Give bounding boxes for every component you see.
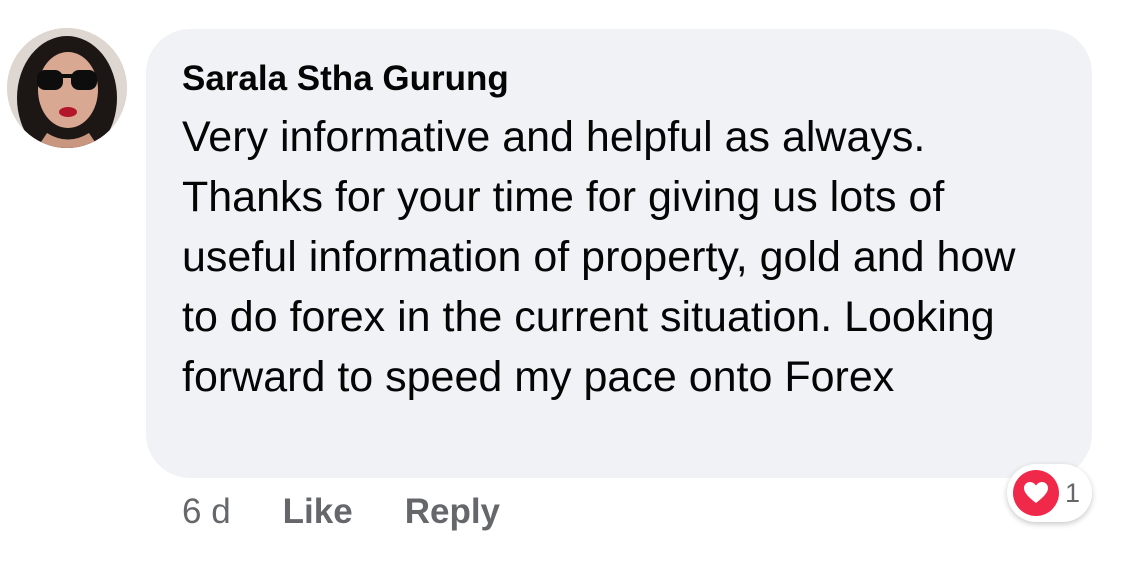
comment-author[interactable]: Sarala Stha Gurung bbox=[182, 59, 1058, 99]
heart-icon bbox=[1013, 470, 1059, 516]
like-button[interactable]: Like bbox=[283, 492, 353, 532]
comment-bubble: Sarala Stha Gurung Very informative and … bbox=[146, 29, 1092, 478]
reply-button[interactable]: Reply bbox=[405, 492, 500, 532]
comment-actions: 6 d Like Reply bbox=[182, 490, 552, 534]
reaction-summary[interactable]: 1 bbox=[1007, 464, 1093, 522]
comment-container: Sarala Stha Gurung Very informative and … bbox=[0, 0, 1145, 562]
comment-timestamp[interactable]: 6 d bbox=[182, 492, 231, 532]
comment-text: Very informative and helpful as always. … bbox=[182, 113, 1016, 401]
reaction-count: 1 bbox=[1065, 477, 1081, 508]
avatar-image bbox=[7, 28, 127, 148]
avatar[interactable] bbox=[7, 28, 127, 148]
